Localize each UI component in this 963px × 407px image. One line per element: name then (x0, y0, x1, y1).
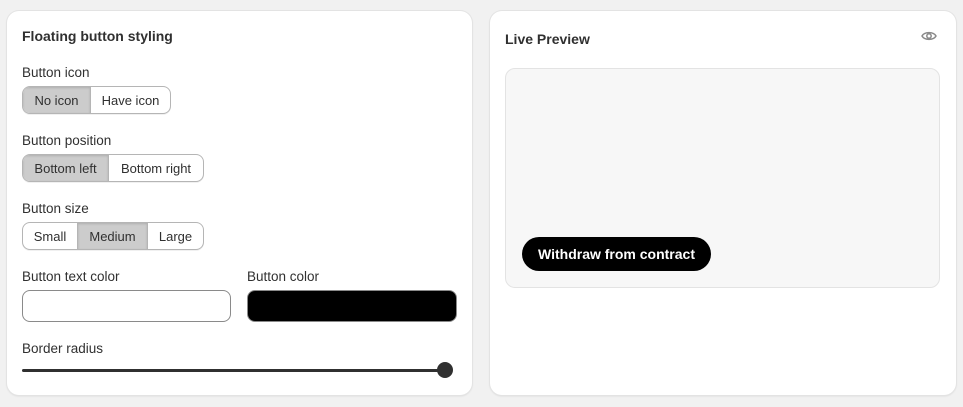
preview-area: Withdraw from contract (505, 68, 940, 288)
button-icon-segmented-control: No icon Have icon (22, 86, 171, 114)
card-title: Floating button styling (22, 28, 173, 44)
button-color-label: Button color (247, 269, 320, 284)
floating-button-styling-card: Floating button styling Button icon No i… (7, 11, 472, 395)
eye-icon[interactable] (920, 28, 938, 44)
medium-option[interactable]: Medium (78, 223, 148, 249)
button-icon-label: Button icon (22, 65, 90, 80)
border-radius-label: Border radius (22, 341, 104, 356)
large-option[interactable]: Large (148, 223, 203, 249)
live-preview-card: Live Preview Withdraw from contract (490, 11, 956, 395)
button-color-input[interactable] (247, 290, 457, 322)
bottom-right-option[interactable]: Bottom right (109, 155, 203, 181)
bottom-left-option[interactable]: Bottom left (23, 155, 109, 181)
button-size-segmented-control: Small Medium Large (22, 222, 204, 250)
have-icon-option[interactable]: Have icon (91, 87, 170, 113)
button-text-color-input[interactable] (22, 290, 231, 322)
preview-floating-button[interactable]: Withdraw from contract (522, 237, 711, 271)
button-text-color-label: Button text color (22, 269, 120, 284)
live-preview-title: Live Preview (505, 31, 590, 47)
border-radius-slider-thumb[interactable] (437, 362, 453, 378)
no-icon-option[interactable]: No icon (23, 87, 91, 113)
button-position-label: Button position (22, 133, 112, 148)
border-radius-slider-track[interactable] (22, 369, 450, 372)
small-option[interactable]: Small (23, 223, 78, 249)
button-size-label: Button size (22, 201, 89, 216)
button-position-segmented-control: Bottom left Bottom right (22, 154, 204, 182)
